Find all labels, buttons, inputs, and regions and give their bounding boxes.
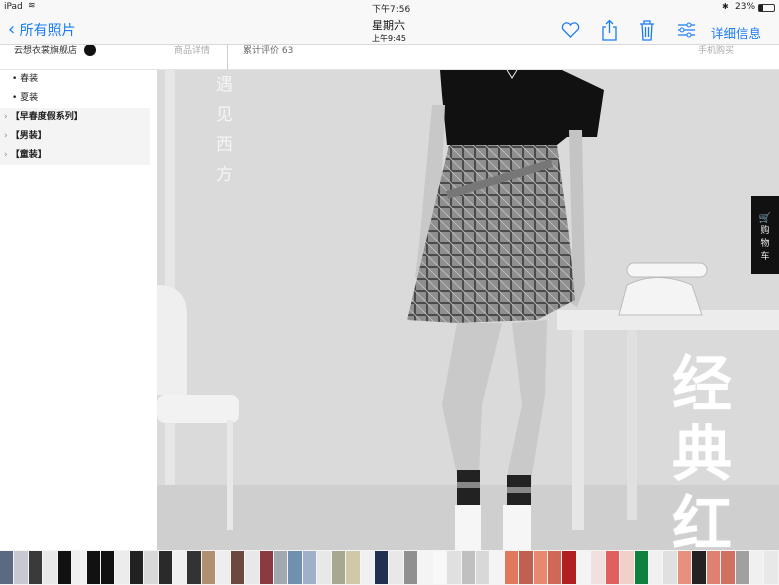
photo-thumbnail[interactable] (216, 551, 230, 584)
photo-thumbnail[interactable] (144, 551, 158, 584)
photo-thumbnail[interactable] (605, 551, 620, 584)
photo-thumbnail[interactable] (245, 551, 259, 584)
sidebar-item-label: • 春装 (12, 74, 39, 84)
photo-thumbnail[interactable] (461, 551, 475, 584)
photo-thumbnail[interactable] (475, 551, 490, 584)
photo-thumbnail[interactable] (230, 551, 245, 584)
photo-thumbnail[interactable] (43, 551, 57, 584)
thumbnail-strip[interactable] (0, 550, 779, 585)
photo-thumbnail[interactable] (389, 551, 403, 584)
photo-date: 星期六 (372, 19, 405, 32)
photo-thumbnail[interactable] (418, 551, 432, 584)
battery-percent: 23% (735, 2, 756, 12)
photo-thumbnail[interactable] (0, 551, 14, 584)
photo-thumbnail[interactable] (533, 551, 548, 584)
photo-thumbnail[interactable] (173, 551, 187, 584)
share-icon[interactable] (601, 19, 618, 41)
shop-name: 云想衣裳旗舰店 (14, 46, 78, 56)
photo-thumbnail[interactable] (115, 551, 129, 584)
photo-thumbnail[interactable] (259, 551, 274, 584)
photo-thumbnail[interactable] (504, 551, 519, 584)
photo-thumbnail[interactable] (14, 551, 28, 584)
photo-thumbnail[interactable] (648, 551, 663, 584)
photo-thumbnail[interactable] (403, 551, 418, 584)
photo-thumbnail[interactable] (187, 551, 201, 584)
photo-thumbnail[interactable] (764, 551, 778, 584)
photo-thumbnail[interactable] (360, 551, 374, 584)
photo-thumbnail[interactable] (57, 551, 72, 584)
photo-thumbnail[interactable] (86, 551, 100, 584)
photo-thumbnail[interactable] (374, 551, 389, 584)
photo-thumbnail[interactable] (620, 551, 634, 584)
photo-thumbnail[interactable] (749, 551, 764, 584)
info-button[interactable]: 详细信息 (711, 23, 761, 42)
tab-reviews[interactable]: 累计评价 63 (243, 45, 293, 57)
photo-thumbnail[interactable] (576, 551, 591, 584)
photo-thumbnail[interactable] (721, 551, 735, 584)
photo-thumbnail[interactable] (331, 551, 346, 584)
bluetooth-icon: ✱ (722, 2, 729, 11)
photo-thumbnail[interactable] (562, 551, 576, 584)
photo-thumbnail[interactable] (706, 551, 721, 584)
photo-thumbnail[interactable] (591, 551, 605, 584)
chevron-left-icon: ‹ (8, 19, 16, 40)
shop-badge-icon (84, 44, 96, 56)
photo-thumbnail[interactable] (72, 551, 86, 584)
sidebar-item-label: • 夏装 (12, 93, 39, 103)
adjust-icon[interactable] (677, 22, 696, 38)
photo-thumbnail[interactable] (201, 551, 216, 584)
sidebar-category[interactable]: › 【童装】 (0, 146, 150, 165)
photo-thumbnail[interactable] (677, 551, 692, 584)
cart-button[interactable]: 🛒 购物车 (751, 196, 779, 274)
category-sidebar: • 春装 • 夏装 › 【早春度假系列】 › 【男装】 › 【童装】 (0, 45, 157, 550)
photo-time: 上午9:45 (372, 34, 406, 43)
sidebar-item-label: 【童装】 (10, 150, 47, 160)
nav-bar: ‹ 所有照片 星期六 上午9:45 详细信息 (0, 16, 779, 45)
status-bar: iPad ≋ 下午7:56 ✱ 23% (0, 0, 779, 16)
vertical-slogan: 遇见西方 (216, 75, 233, 185)
photo-thumbnail[interactable] (302, 551, 317, 584)
shop-header: 云想衣裳旗舰店 商品详情 累计评价 63 手机购买 (0, 44, 779, 70)
battery-icon (758, 4, 775, 12)
photo-thumbnail[interactable] (346, 551, 360, 584)
photo-thumbnail[interactable] (634, 551, 648, 584)
chevron-right-icon: › (4, 112, 8, 122)
photo-thumbnail[interactable] (28, 551, 43, 584)
tab-details[interactable]: 商品详情 (174, 45, 210, 57)
sidebar-category[interactable]: › 【男装】 (0, 127, 150, 146)
photo-thumbnail[interactable] (663, 551, 677, 584)
sidebar-item[interactable]: • 夏装 (0, 89, 150, 108)
photo-thumbnail[interactable] (519, 551, 533, 584)
photo-thumbnail[interactable] (100, 551, 115, 584)
photo-thumbnail[interactable] (432, 551, 447, 584)
calligraphy-text: 经典红 (672, 350, 732, 560)
device-name: iPad (4, 2, 23, 12)
heart-icon[interactable] (561, 22, 580, 38)
sidebar-item[interactable]: • 春装 (0, 70, 150, 89)
cart-label: 购物车 (760, 226, 770, 262)
back-label: 所有照片 (19, 23, 76, 39)
photo-thumbnail[interactable] (692, 551, 706, 584)
photo-thumbnail[interactable] (129, 551, 144, 584)
clock: 下午7:56 (372, 5, 411, 15)
sidebar-item-label: 【早春度假系列】 (10, 112, 83, 122)
wifi-icon: ≋ (28, 1, 36, 11)
sidebar-category[interactable]: › 【早春度假系列】 (0, 108, 150, 127)
photo-thumbnail[interactable] (490, 551, 504, 584)
back-button[interactable]: ‹ 所有照片 (8, 20, 76, 40)
divider (227, 45, 228, 70)
photo-thumbnail[interactable] (447, 551, 461, 584)
photo-thumbnail[interactable] (735, 551, 749, 584)
photo-thumbnail[interactable] (274, 551, 288, 584)
sidebar-item-label: 【男装】 (10, 131, 47, 141)
photo-thumbnail[interactable] (548, 551, 562, 584)
chevron-right-icon: › (4, 150, 8, 160)
cart-icon: 🛒 (758, 213, 772, 224)
photo-thumbnail[interactable] (317, 551, 331, 584)
photo-thumbnail[interactable] (288, 551, 302, 584)
mobile-buy-link[interactable]: 手机购买 (698, 45, 734, 57)
trash-icon[interactable] (639, 19, 655, 41)
chevron-right-icon: › (4, 131, 8, 141)
photo-thumbnail[interactable] (158, 551, 173, 584)
